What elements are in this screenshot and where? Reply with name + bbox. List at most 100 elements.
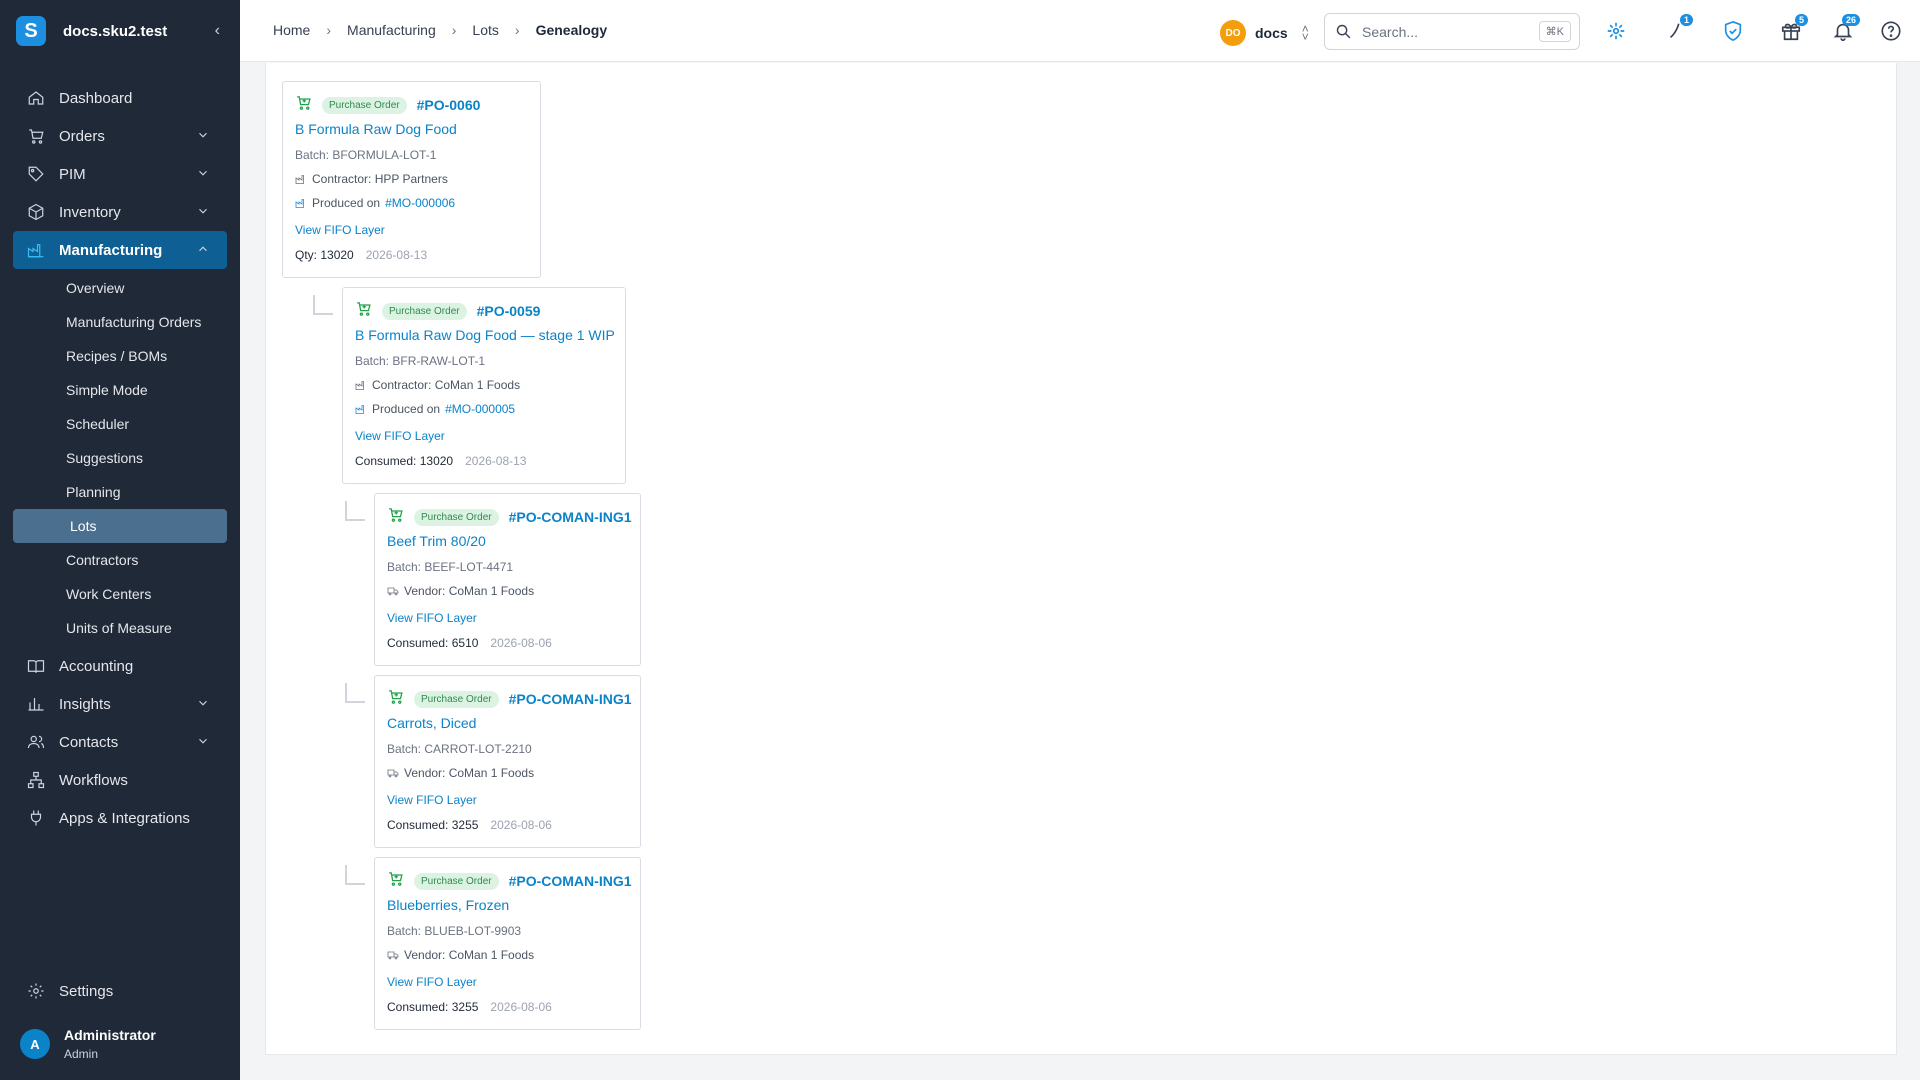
subnav-item-contractors[interactable]: Contractors — [0, 543, 240, 577]
subnav-item-planning[interactable]: Planning — [0, 475, 240, 509]
sidebar-item-insights[interactable]: Insights — [0, 685, 240, 723]
vendor-row: Vendor: CoMan 1 Foods — [387, 766, 534, 780]
help-icon[interactable] — [1880, 20, 1902, 42]
factory-icon — [295, 199, 304, 208]
gift-icon[interactable]: 5 — [1780, 14, 1808, 42]
subnav-item-units-of-measure[interactable]: Units of Measure — [0, 611, 240, 645]
sidebar-item-workflows[interactable]: Workflows — [0, 761, 240, 799]
date-label: 2026-08-06 — [490, 1000, 552, 1014]
product-link[interactable]: Blueberries, Frozen — [387, 897, 509, 913]
product-link[interactable]: B Formula Raw Dog Food — stage 1 WIP — [355, 327, 615, 343]
po-link[interactable]: #PO-COMAN-ING1 — [509, 509, 632, 525]
sparkle-icon[interactable] — [1605, 20, 1627, 42]
manufacturing-subnav: Overview Manufacturing Orders Recipes / … — [0, 269, 240, 647]
shield-icon[interactable] — [1722, 20, 1744, 42]
breadcrumb-lots[interactable]: Lots — [472, 22, 498, 38]
vendor-label: Vendor: CoMan 1 Foods — [404, 584, 535, 598]
qty-row: Consumed: 6510 2026-08-06 — [387, 636, 552, 650]
factory-icon — [27, 241, 45, 259]
view-fifo-link[interactable]: View FIFO Layer — [387, 975, 477, 989]
chevron-right-icon: › — [514, 22, 520, 38]
sidebar-item-accounting[interactable]: Accounting — [0, 647, 240, 685]
sidebar-item-label: Apps & Integrations — [59, 809, 190, 827]
subnav-item-recipes-boms[interactable]: Recipes / BOMs — [0, 339, 240, 373]
gift-badge: 5 — [1794, 14, 1808, 26]
sidebar-item-dashboard[interactable]: Dashboard — [0, 79, 240, 117]
sidebar-item-manufacturing[interactable]: Manufacturing — [13, 231, 227, 269]
phone-icon[interactable]: 1 — [1665, 14, 1693, 42]
cart-icon — [387, 506, 404, 528]
po-link[interactable]: #PO-COMAN-ING1 — [509, 691, 632, 707]
vendor-row: Vendor: CoMan 1 Foods — [387, 948, 534, 962]
view-fifo-link[interactable]: View FIFO Layer — [387, 611, 477, 625]
sidebar: S docs.sku2.test ‹ Dashboard Orders PIM … — [0, 0, 240, 1080]
tag-icon — [27, 165, 45, 183]
brand-logo[interactable]: S — [16, 16, 46, 46]
mo-link[interactable]: #MO-000005 — [445, 402, 515, 416]
po-link[interactable]: #PO-COMAN-ING1 — [509, 873, 632, 889]
sidebar-item-label: Orders — [59, 127, 105, 145]
bell-icon[interactable]: 26 — [1832, 14, 1860, 42]
subnav-item-suggestions[interactable]: Suggestions — [0, 441, 240, 475]
cart-icon — [355, 300, 372, 322]
sidebar-item-label: Contacts — [59, 733, 119, 751]
user-profile[interactable]: A Administrator Admin — [20, 1027, 156, 1061]
product-link[interactable]: Carrots, Diced — [387, 715, 476, 731]
batch-label: Batch: BFORMULA-LOT-1 — [295, 148, 437, 162]
user-role: Admin — [64, 1047, 99, 1061]
vendor-row: Vendor: CoMan 1 Foods — [387, 584, 534, 598]
sidebar-item-orders[interactable]: Orders — [0, 117, 240, 155]
brand-name[interactable]: docs.sku2.test — [63, 23, 167, 40]
product-link[interactable]: B Formula Raw Dog Food — [295, 121, 457, 137]
product-link[interactable]: Beef Trim 80/20 — [387, 533, 486, 549]
sidebar-item-inventory[interactable]: Inventory — [0, 193, 240, 231]
subnav-item-simple-mode[interactable]: Simple Mode — [0, 373, 240, 407]
truck-icon — [387, 769, 399, 778]
org-switcher[interactable]: DO docs ˄ ˅ — [1220, 20, 1309, 46]
produced-label: Produced on — [372, 402, 441, 416]
qty-value: 13020 — [320, 248, 354, 262]
breadcrumb-manufacturing[interactable]: Manufacturing — [347, 22, 436, 38]
cart-icon — [27, 127, 45, 145]
breadcrumb-home[interactable]: Home — [273, 22, 310, 38]
subnav-item-lots[interactable]: Lots — [13, 509, 227, 543]
contractor-row: Contractor: CoMan 1 Foods — [355, 378, 520, 392]
user-name: Administrator — [64, 1027, 156, 1043]
mo-link[interactable]: #MO-000006 — [385, 196, 455, 210]
chevron-up-down-icon: ˄ ˅ — [1301, 22, 1309, 44]
view-fifo-link[interactable]: View FIFO Layer — [387, 793, 477, 807]
po-link[interactable]: #PO-0060 — [417, 97, 481, 113]
home-icon — [27, 89, 45, 107]
qty-label: Consumed: — [355, 454, 417, 468]
sidebar-item-pim[interactable]: PIM — [0, 155, 240, 193]
view-fifo-link[interactable]: View FIFO Layer — [355, 429, 445, 443]
po-link[interactable]: #PO-0059 — [477, 303, 541, 319]
collapse-sidebar-icon[interactable]: ‹ — [215, 22, 220, 40]
produced-row: Produced on #MO-000006 — [295, 196, 455, 210]
search-input[interactable] — [1362, 23, 1522, 40]
tree-connector — [345, 683, 365, 703]
subnav-item-scheduler[interactable]: Scheduler — [0, 407, 240, 441]
avatar: A — [20, 1029, 50, 1059]
subnav-item-work-centers[interactable]: Work Centers — [0, 577, 240, 611]
genealogy-panel: Purchase Order #PO-0060 B Formula Raw Do… — [265, 63, 1897, 1055]
view-fifo-link[interactable]: View FIFO Layer — [295, 223, 385, 237]
sidebar-item-label: Accounting — [59, 657, 134, 675]
chevron-right-icon: › — [326, 22, 332, 38]
sidebar-item-label: PIM — [59, 165, 86, 183]
chevron-down-icon — [196, 696, 210, 710]
vendor-label: Vendor: CoMan 1 Foods — [404, 766, 535, 780]
chevron-down-icon — [196, 204, 210, 218]
sidebar-item-contacts[interactable]: Contacts — [0, 723, 240, 761]
sidebar-item-settings[interactable]: Settings — [0, 972, 240, 1010]
subnav-item-overview[interactable]: Overview — [0, 271, 240, 305]
date-label: 2026-08-13 — [365, 248, 428, 262]
sidebar-item-label: Settings — [59, 982, 114, 1000]
subnav-item-manufacturing-orders[interactable]: Manufacturing Orders — [0, 305, 240, 339]
batch-label: Batch: CARROT-LOT-2210 — [387, 742, 532, 756]
qty-row: Consumed: 13020 2026-08-13 — [355, 454, 526, 468]
org-badge: DO — [1220, 20, 1246, 46]
search-box[interactable]: ⌘K — [1324, 13, 1580, 50]
chevron-up-icon — [196, 242, 210, 256]
sidebar-item-apps-integrations[interactable]: Apps & Integrations — [0, 799, 240, 837]
